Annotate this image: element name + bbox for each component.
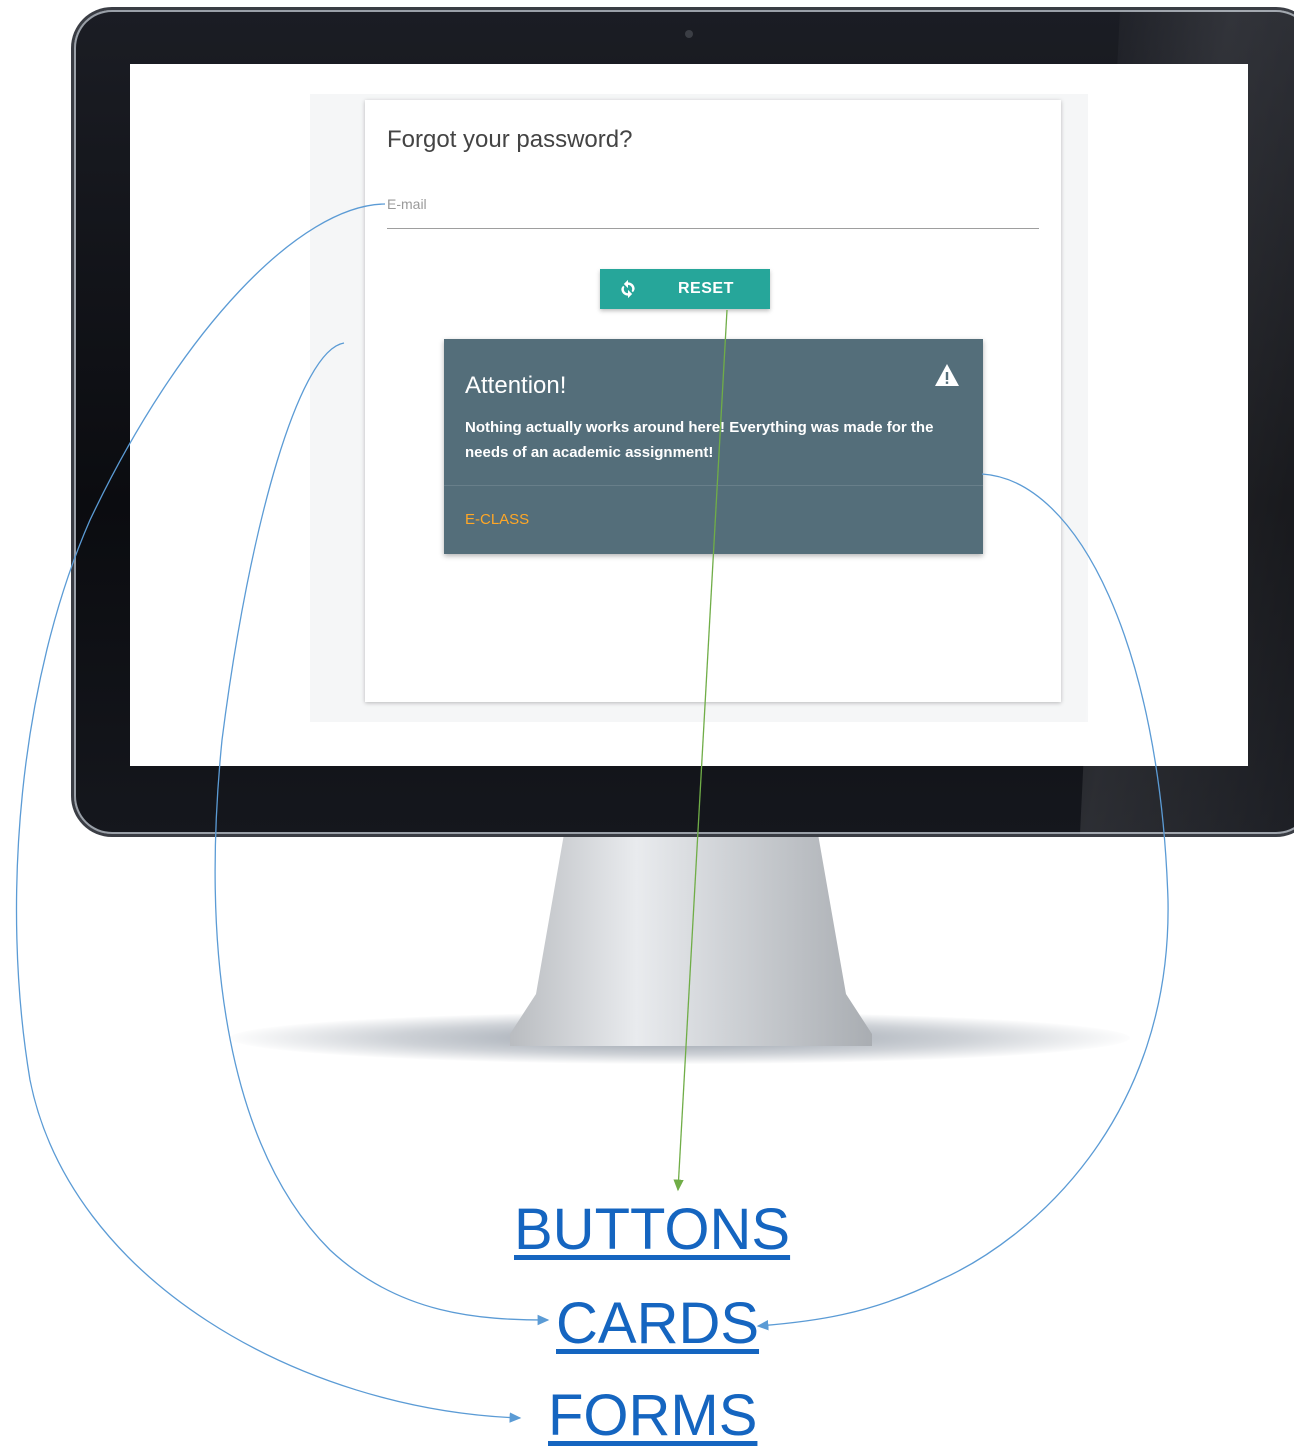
monitor-stand (510, 834, 872, 1046)
email-field[interactable] (387, 228, 1039, 229)
card-divider (444, 485, 983, 486)
alert-card-message: Nothing actually works around here! Ever… (465, 419, 934, 461)
monitor-screen: Forgot your password? E-mail RESET Atten… (130, 64, 1248, 766)
camera-icon (685, 30, 693, 38)
refresh-icon (621, 279, 635, 299)
forgot-password-panel: Forgot your password? E-mail RESET Atten… (365, 100, 1061, 702)
buttons-annotation-link[interactable]: BUTTONS (514, 1196, 790, 1263)
email-field-label[interactable]: E-mail (387, 196, 427, 212)
reset-button[interactable]: RESET (600, 269, 770, 309)
cards-annotation-link[interactable]: CARDS (556, 1290, 759, 1357)
forms-annotation-link[interactable]: FORMS (548, 1382, 757, 1449)
warning-icon (935, 364, 959, 386)
alert-card-title: Attention! (465, 372, 567, 399)
page-title: Forgot your password? (387, 126, 633, 153)
eclass-link[interactable]: E-CLASS (465, 511, 529, 528)
reset-button-label: RESET (678, 280, 734, 297)
alert-card: Attention! Nothing actually works around… (444, 339, 983, 554)
